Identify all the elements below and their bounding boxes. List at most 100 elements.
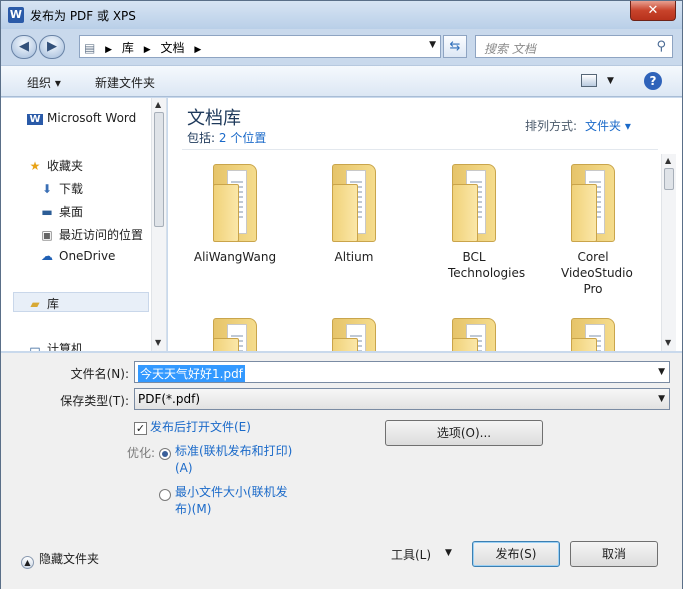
navigation-bar: ◀ ▶ ▤ ▶ 库 ▶ 文档 ▶ ▼ ⇆ 搜索 文档 ⚲	[1, 29, 682, 63]
scroll-down-icon[interactable]: ▼	[665, 338, 671, 347]
folder-item[interactable]: BCL Technologies	[424, 160, 526, 310]
search-icon[interactable]: ⚲	[656, 39, 666, 54]
word-icon: W	[8, 7, 24, 23]
back-button[interactable]: ◀	[11, 35, 37, 59]
folder-icon	[571, 160, 615, 242]
sort-by: 排列方式: 文件夹 ▾	[525, 117, 631, 134]
star-icon: ★	[29, 159, 41, 173]
filetype-value: PDF(*.pdf)	[138, 392, 201, 406]
folder-item[interactable]	[424, 314, 524, 351]
folder-icon	[452, 314, 496, 351]
view-options-icon[interactable]	[581, 74, 597, 87]
chevron-down-icon[interactable]: ▼	[429, 40, 436, 50]
optimize-minimum-radio[interactable]	[159, 489, 171, 501]
file-list-scrollbar[interactable]: ▲ ▼	[661, 154, 676, 351]
filetype-label: 保存类型(T):	[60, 394, 129, 408]
optimize-standard-label[interactable]: 标准(联机发布和打印)(A)	[175, 443, 297, 477]
address-bar[interactable]: ▤ ▶ 库 ▶ 文档 ▶ ▼	[79, 35, 441, 58]
open-after-publish-label[interactable]: 发布后打开文件(E)	[150, 419, 251, 436]
folder-item[interactable]: Corel VideoStudio Pro	[543, 160, 643, 310]
sidebar-item-label: 下载	[59, 182, 84, 196]
new-folder-button[interactable]: 新建文件夹	[95, 74, 155, 91]
sidebar-item-label: 收藏夹	[47, 159, 84, 173]
window-title: 发布为 PDF 或 XPS	[30, 9, 136, 23]
publish-button[interactable]: 发布(S)	[472, 541, 560, 567]
navigation-pane: W Microsoft Word ★ 收藏夹 ⬇ 下载 ▬ 桌面 ▣ 最近访问的位置 ☁ O…	[1, 98, 167, 351]
sidebar-item-label: 桌面	[59, 205, 84, 219]
folder-icon	[332, 314, 376, 351]
folder-icon: ▤	[84, 41, 96, 55]
sidebar-item-favorites[interactable]: ★ 收藏夹	[27, 157, 83, 174]
folder-item[interactable]	[543, 314, 643, 351]
chevron-down-icon[interactable]: ▼	[658, 394, 665, 404]
sidebar-item-libraries[interactable]: ▰ 库	[27, 295, 59, 312]
divider	[182, 149, 658, 150]
breadcrumb-item-library[interactable]: 库	[122, 41, 134, 55]
filetype-select[interactable]: PDF(*.pdf) ▼	[134, 388, 670, 410]
chevron-up-icon: ▲	[21, 556, 34, 569]
folder-icon	[571, 314, 615, 351]
sidebar-item-onedrive[interactable]: ☁ OneDrive	[39, 249, 115, 263]
sidebar-item-computer[interactable]: ▭ 计算机	[27, 340, 83, 351]
folder-icon	[332, 160, 376, 242]
folder-icon	[213, 314, 257, 351]
recent-places-icon: ▣	[41, 228, 53, 242]
chevron-down-icon[interactable]: ▼	[658, 367, 665, 377]
cancel-button[interactable]: 取消	[570, 541, 658, 567]
refresh-icon: ⇆	[449, 39, 461, 54]
file-list-pane: 文档库 包括: 2 个位置 排列方式: 文件夹 ▾ AliWangWang Alt…	[168, 98, 682, 351]
hide-folders-toggle[interactable]: ▲ 隐藏文件夹	[21, 550, 99, 569]
sidebar-item-label: 库	[47, 297, 60, 311]
sidebar-item-downloads[interactable]: ⬇ 下载	[39, 180, 83, 197]
optimize-minimum-label[interactable]: 最小文件大小(联机发布)(M)	[175, 484, 297, 518]
sort-dropdown[interactable]: 文件夹 ▾	[585, 119, 631, 133]
filename-field[interactable]: 今天天气好好1.pdf ▼	[134, 361, 670, 383]
folder-item[interactable]: Altium	[304, 160, 404, 310]
search-placeholder: 搜索 文档	[484, 42, 536, 56]
includes-label: 包括:	[187, 131, 216, 145]
scroll-up-icon[interactable]: ▲	[665, 156, 671, 165]
close-button[interactable]: ✕	[630, 1, 676, 21]
folder-item[interactable]: AliWangWang	[185, 160, 285, 310]
desktop-icon: ▬	[41, 205, 53, 219]
sidebar-scrollbar[interactable]: ▲ ▼	[151, 98, 166, 351]
word-icon: W	[27, 114, 43, 125]
help-icon[interactable]: ?	[644, 72, 662, 90]
breadcrumb: ▤ ▶ 库 ▶ 文档 ▶	[84, 39, 207, 56]
scroll-down-icon[interactable]: ▼	[155, 338, 161, 347]
search-input[interactable]: 搜索 文档 ⚲	[475, 35, 673, 58]
scrollbar-thumb[interactable]	[664, 168, 674, 190]
library-includes: 包括: 2 个位置	[187, 129, 266, 146]
options-button[interactable]: 选项(O)...	[385, 420, 543, 446]
folder-name: Altium	[334, 250, 374, 264]
includes-locations-link[interactable]: 2 个位置	[219, 131, 266, 145]
sidebar-item-label: Microsoft Word	[47, 111, 137, 125]
chevron-right-icon[interactable]: ▶	[144, 45, 151, 55]
sidebar-item-desktop[interactable]: ▬ 桌面	[39, 203, 83, 220]
sidebar-item-recent-places[interactable]: ▣ 最近访问的位置	[39, 226, 143, 243]
forward-button[interactable]: ▶	[39, 35, 65, 59]
chevron-right-icon[interactable]: ▶	[194, 45, 201, 55]
optimize-label: 优化:	[126, 446, 155, 460]
tools-menu[interactable]: 工具(L)	[391, 546, 431, 563]
library-icon: ▰	[30, 297, 40, 311]
folder-item[interactable]	[185, 314, 285, 351]
open-after-publish-checkbox[interactable]: ✓	[134, 422, 147, 435]
chevron-right-icon: ▶	[105, 45, 113, 55]
download-folder-icon: ⬇	[41, 182, 53, 196]
computer-icon: ▭	[29, 342, 41, 351]
scrollbar-thumb[interactable]	[154, 112, 164, 227]
folder-name: Corel VideoStudio Pro	[561, 250, 633, 296]
title-bar: W 发布为 PDF 或 XPS ✕	[1, 1, 682, 29]
refresh-button[interactable]: ⇆	[443, 35, 467, 58]
organize-menu[interactable]: 组织 ▾	[27, 74, 61, 91]
breadcrumb-item-documents[interactable]: 文档	[161, 41, 185, 55]
sidebar-item-word[interactable]: W Microsoft Word	[27, 111, 136, 125]
sort-label: 排列方式:	[525, 119, 578, 133]
view-dropdown-icon[interactable]: ▼	[607, 76, 614, 86]
folder-item[interactable]	[304, 314, 404, 351]
folder-name: BCL Technologies	[448, 250, 526, 280]
chevron-down-icon[interactable]: ▼	[445, 548, 452, 558]
scroll-up-icon[interactable]: ▲	[155, 100, 161, 109]
optimize-standard-radio[interactable]	[159, 448, 171, 460]
